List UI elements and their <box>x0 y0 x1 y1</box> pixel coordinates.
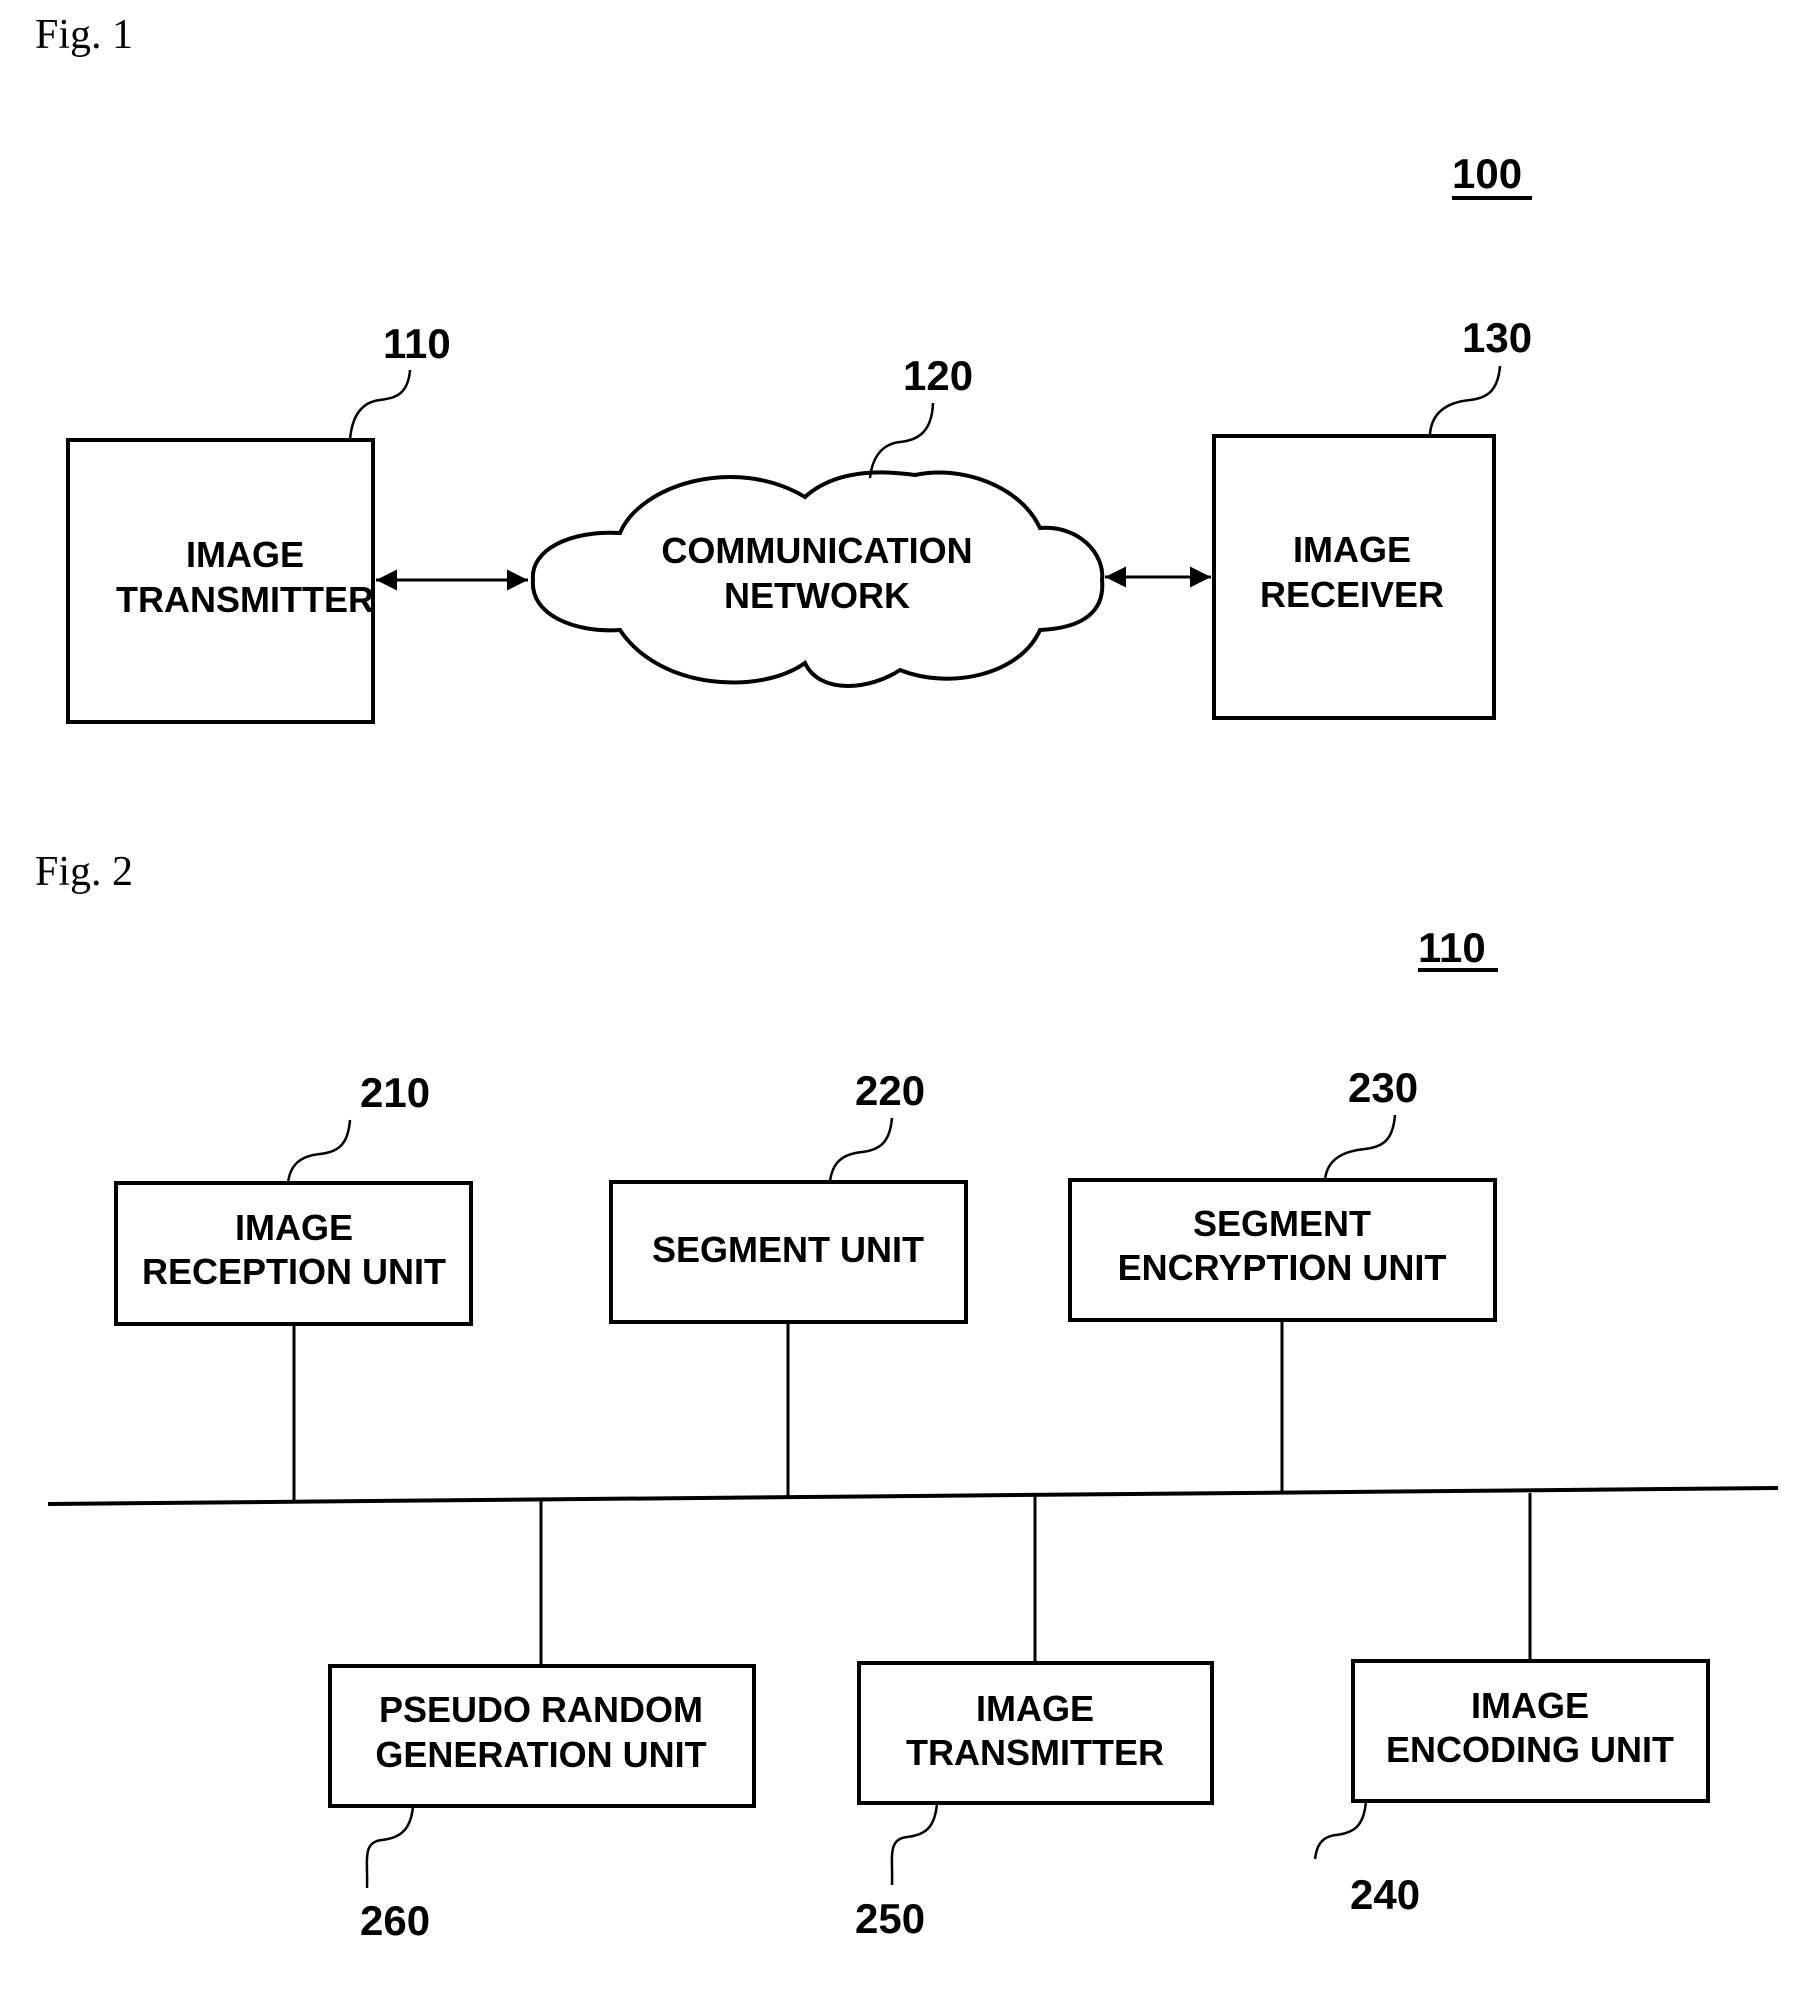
unit-label-line-1: SEGMENT UNIT <box>652 1229 924 1270</box>
unit-label-line-2: ENCRYPTION UNIT <box>1118 1247 1447 1288</box>
unit-label-line-2: RECEPTION UNIT <box>142 1251 446 1292</box>
node-label-line-2: TRANSMITTER <box>116 579 374 620</box>
ref-label-110: 110 <box>383 320 451 367</box>
patent-drawing: Fig. 1 100 IMAGE TRANSMITTER 110 COMMUNI… <box>35 12 1779 1944</box>
leader-line <box>1313 1800 1368 1860</box>
unit-image-transmitter[interactable]: IMAGE TRANSMITTER 250 <box>855 1496 1214 1942</box>
unit-label-line-1: IMAGE <box>976 1688 1094 1729</box>
ref-label-250: 250 <box>855 1895 925 1942</box>
ref-label-260: 260 <box>360 1897 430 1944</box>
ref-label-230: 230 <box>1348 1064 1418 1111</box>
leader-line <box>890 1802 939 1886</box>
node-label-line-1: IMAGE <box>1293 529 1411 570</box>
unit-image-reception[interactable]: IMAGE RECEPTION UNIT 210 <box>114 1069 473 1503</box>
system-ref-label: 100 <box>1452 150 1522 197</box>
leader-line <box>286 1119 352 1184</box>
unit-label-line-1: IMAGE <box>235 1207 353 1248</box>
ref-label-120: 120 <box>903 352 973 399</box>
leader-line <box>365 1805 415 1889</box>
node-label-line-2: RECEIVER <box>1260 574 1444 615</box>
unit-pseudo-random-generation[interactable]: PSEUDO RANDOM GENERATION UNIT 260 <box>328 1501 756 1944</box>
ref-label-240: 240 <box>1350 1871 1420 1918</box>
leader-line <box>828 1117 894 1183</box>
leader-line <box>1428 365 1502 435</box>
unit-segment[interactable]: SEGMENT UNIT 220 <box>609 1067 968 1498</box>
unit-label-line-1: IMAGE <box>1471 1685 1589 1726</box>
system-ref-label: 110 <box>1418 924 1486 971</box>
unit-label-line-1: PSEUDO RANDOM <box>379 1689 703 1730</box>
unit-label-line-2: ENCODING UNIT <box>1386 1729 1674 1770</box>
ref-label-130: 130 <box>1462 314 1532 361</box>
shared-bus-line <box>47 1486 1779 1506</box>
unit-label-line-2: TRANSMITTER <box>906 1732 1164 1773</box>
figure-1-title: Fig. 1 <box>35 12 133 58</box>
system-ref-100: 100 <box>1452 150 1532 200</box>
leader-line <box>1323 1114 1397 1181</box>
unit-segment-encryption[interactable]: SEGMENT ENCRYPTION UNIT 230 <box>1068 1064 1497 1492</box>
node-image-receiver[interactable]: IMAGE RECEIVER 130 <box>1212 314 1532 720</box>
node-communication-network[interactable]: COMMUNICATION NETWORK 120 <box>530 352 1105 688</box>
ref-label-210: 210 <box>360 1069 430 1116</box>
node-label-line-2: NETWORK <box>724 575 910 616</box>
unit-label-line-2: GENERATION UNIT <box>375 1734 706 1775</box>
node-label-line-1: COMMUNICATION <box>661 530 972 571</box>
figure-1: Fig. 1 100 IMAGE TRANSMITTER 110 COMMUNI… <box>35 12 1532 724</box>
ref-label-220: 220 <box>855 1067 925 1114</box>
leader-line <box>348 369 412 441</box>
unit-image-encoding[interactable]: IMAGE ENCODING UNIT 240 <box>1313 1493 1710 1918</box>
figure-2-title: Fig. 2 <box>35 849 133 895</box>
node-image-transmitter[interactable]: IMAGE TRANSMITTER 110 <box>66 320 451 724</box>
unit-label-line-1: SEGMENT <box>1193 1203 1371 1244</box>
system-ref-110: 110 <box>1418 924 1498 972</box>
figure-2: Fig. 2 110 IMAGE RECEPTION UNIT 210 SEGM… <box>35 849 1779 1944</box>
leader-line <box>868 402 935 479</box>
node-label-line-1: IMAGE <box>186 534 304 575</box>
